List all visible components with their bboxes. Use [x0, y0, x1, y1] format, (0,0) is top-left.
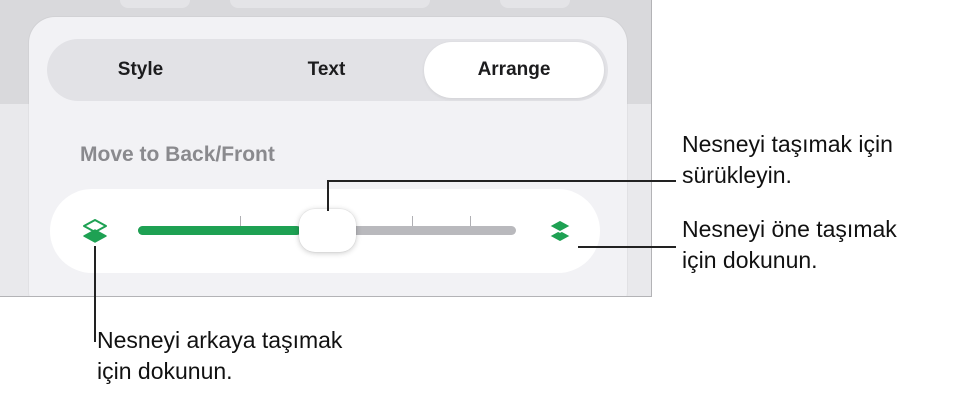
tab-arrange[interactable]: Arrange — [424, 42, 604, 98]
toolbar-hint — [120, 0, 190, 8]
layers-front-icon[interactable] — [545, 216, 575, 246]
callout-drag-text: Nesneyi taşımak için sürükleyin. — [682, 129, 893, 191]
callout-drag-line1: Nesneyi taşımak için — [682, 131, 893, 157]
section-title: Move to Back/Front — [80, 143, 275, 166]
format-tab-control: Style Text Arrange — [47, 39, 608, 101]
callout-back-line2: için dokunun. — [97, 358, 233, 384]
callout-line-back — [94, 246, 96, 342]
callout-line-front — [578, 246, 676, 248]
slider-tick — [412, 216, 413, 226]
slider-tick — [240, 216, 241, 226]
tab-style[interactable]: Style — [51, 42, 230, 98]
callout-back-text: Nesneyi arkaya taşımak için dokunun. — [97, 325, 342, 387]
toolbar-hint — [230, 0, 430, 8]
callout-front-text: Nesneyi öne taşımak için dokunun. — [682, 214, 897, 276]
callout-line-drag — [327, 180, 676, 182]
callout-back-line1: Nesneyi arkaya taşımak — [97, 327, 343, 353]
layers-back-icon[interactable] — [80, 216, 110, 246]
toolbar-hint — [500, 0, 570, 8]
slider-thumb[interactable] — [299, 209, 356, 252]
slider-track-fill — [138, 226, 301, 235]
tab-text[interactable]: Text — [237, 42, 416, 98]
slider-tick — [470, 216, 471, 226]
callout-front-line1: Nesneyi öne taşımak — [682, 216, 897, 242]
screenshot-frame: Style Text Arrange Move to Back/Front — [0, 0, 652, 297]
callout-front-line2: için dokunun. — [682, 247, 818, 273]
callout-line-drag — [327, 180, 329, 211]
callout-drag-line2: sürükleyin. — [682, 162, 792, 188]
